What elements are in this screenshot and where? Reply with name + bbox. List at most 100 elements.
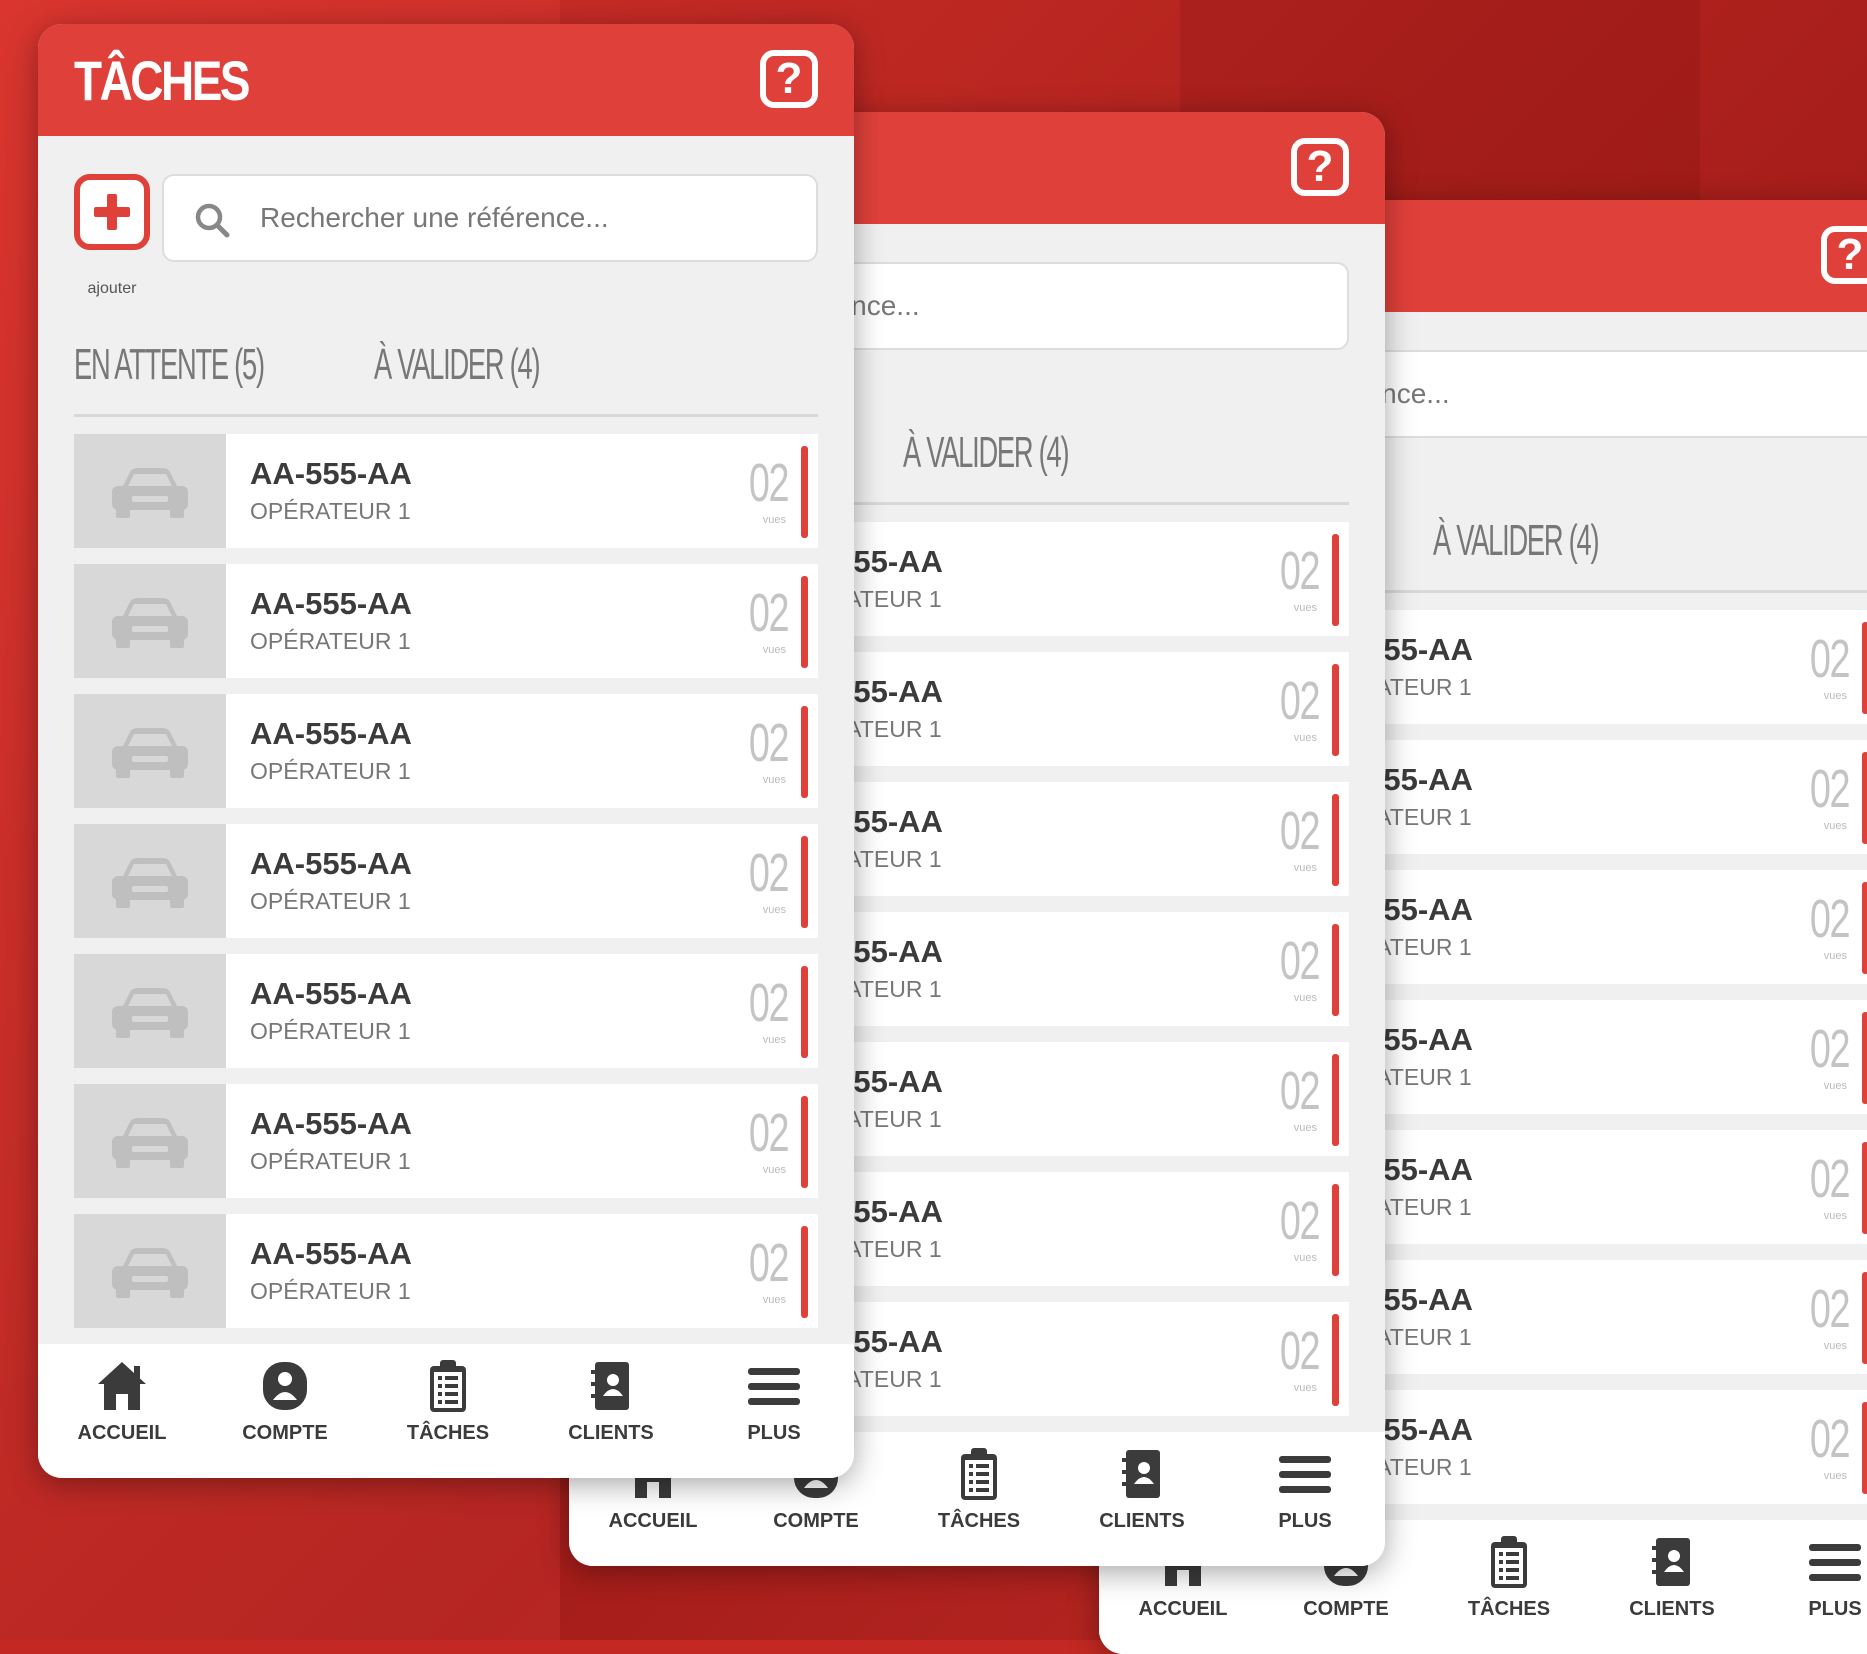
home-icon — [40, 1358, 204, 1414]
views-count: 02 — [748, 1233, 790, 1293]
status-bar — [1862, 1142, 1867, 1234]
views-count: 02 — [1809, 1279, 1851, 1339]
vehicle-thumbnail — [74, 564, 226, 678]
nav-item-accueil[interactable]: ACCUEIL — [40, 1358, 204, 1445]
nav-item-tches[interactable]: TÂCHES — [897, 1446, 1061, 1533]
vehicle-reference: AA-555-AA — [250, 586, 412, 621]
operator-name: OPÉRATEUR 1 — [250, 888, 411, 914]
help-button[interactable]: ? — [1291, 138, 1349, 196]
nav-item-plus[interactable]: PLUS — [692, 1358, 854, 1445]
bottom-nav: ACCUEIL COMPTE TÂCHES CLIENTS PLUS — [38, 1344, 854, 1478]
add-label: ajouter — [87, 280, 137, 297]
clipboard-icon — [1427, 1534, 1591, 1590]
tab-a-valider[interactable]: À VALIDER (4) — [1433, 516, 1600, 566]
views-unit: vues — [1823, 690, 1847, 702]
car-icon — [112, 728, 188, 778]
vehicle-reference: AA-555-AA — [250, 846, 412, 881]
nav-item-clients[interactable]: CLIENTS — [1060, 1446, 1224, 1533]
nav-item-plus[interactable]: PLUS — [1223, 1446, 1385, 1533]
help-button[interactable]: ? — [760, 50, 818, 108]
status-bar — [1862, 622, 1867, 714]
vehicle-reference: AA-555-AA — [250, 976, 412, 1011]
status-bar — [801, 966, 808, 1058]
status-bar — [1332, 794, 1339, 886]
views-unit: vues — [1823, 1470, 1847, 1482]
views-unit: vues — [762, 1294, 786, 1306]
status-bar — [1862, 882, 1867, 974]
views-count: 02 — [1279, 1061, 1321, 1121]
car-icon — [112, 1118, 188, 1168]
tab-a-valider[interactable]: À VALIDER (4) — [374, 340, 541, 390]
nav-label: COMPTE — [1303, 1598, 1389, 1620]
task-row[interactable]: AA-555-AA OPÉRATEUR 1 02 vues — [74, 434, 818, 548]
views-unit: vues — [762, 1034, 786, 1046]
nav-label: TÂCHES — [937, 1510, 1021, 1532]
phone-screen-front: TÂCHES ? ajouter Rechercher une référenc… — [38, 24, 854, 1478]
status-bar — [801, 446, 808, 538]
task-row[interactable]: AA-555-AA OPÉRATEUR 1 02 vues — [74, 564, 818, 678]
search-input[interactable]: Rechercher une référence... — [162, 174, 818, 262]
views-count: 02 — [748, 843, 790, 903]
vehicle-thumbnail — [74, 824, 226, 938]
status-bar — [1332, 924, 1339, 1016]
tab-en-attente[interactable]: EN ATTENTE (5) — [74, 340, 265, 390]
plus-icon — [94, 194, 130, 230]
task-row[interactable]: AA-555-AA OPÉRATEUR 1 02 vues — [74, 954, 818, 1068]
nav-label: TÂCHES — [1467, 1598, 1551, 1620]
contacts-book-icon — [529, 1358, 693, 1414]
nav-item-compte[interactable]: COMPTE — [203, 1358, 367, 1445]
views-count: 02 — [1279, 1321, 1321, 1381]
views-unit: vues — [1293, 732, 1317, 744]
status-bar — [801, 836, 808, 928]
car-icon — [112, 858, 188, 908]
status-bar — [1332, 1054, 1339, 1146]
tab-a-valider[interactable]: À VALIDER (4) — [903, 428, 1070, 478]
task-row[interactable]: AA-555-AA OPÉRATEUR 1 02 vues — [74, 1214, 818, 1328]
contacts-book-icon — [1060, 1446, 1224, 1502]
status-bar — [1332, 1314, 1339, 1406]
views-unit: vues — [1293, 1252, 1317, 1264]
views-unit: vues — [762, 904, 786, 916]
status-bar — [801, 576, 808, 668]
views-count: 02 — [1809, 1019, 1851, 1079]
vehicle-thumbnail — [74, 954, 226, 1068]
nav-label: COMPTE — [773, 1510, 859, 1532]
nav-item-tches[interactable]: TÂCHES — [366, 1358, 530, 1445]
search-placeholder: Rechercher une référence... — [260, 202, 609, 233]
nav-label: PLUS — [1808, 1598, 1862, 1620]
status-bar — [801, 1226, 808, 1318]
vehicle-thumbnail — [74, 434, 226, 548]
nav-item-plus[interactable]: PLUS — [1753, 1534, 1867, 1621]
task-row[interactable]: AA-555-AA OPÉRATEUR 1 02 vues — [74, 1084, 818, 1198]
views-unit: vues — [762, 1164, 786, 1176]
views-unit: vues — [1293, 1122, 1317, 1134]
operator-name: OPÉRATEUR 1 — [250, 628, 411, 654]
task-row[interactable]: AA-555-AA OPÉRATEUR 1 02 vues — [74, 824, 818, 938]
views-count: 02 — [1279, 931, 1321, 991]
nav-item-clients[interactable]: CLIENTS — [1590, 1534, 1754, 1621]
views-unit: vues — [1823, 1340, 1847, 1352]
status-bar — [1862, 1402, 1867, 1494]
nav-item-clients[interactable]: CLIENTS — [529, 1358, 693, 1445]
nav-item-tches[interactable]: TÂCHES — [1427, 1534, 1591, 1621]
search-icon — [195, 203, 230, 238]
status-bar — [801, 1096, 808, 1188]
operator-name: OPÉRATEUR 1 — [250, 1148, 411, 1174]
nav-label: ACCUEIL — [608, 1510, 698, 1532]
contacts-book-icon — [1590, 1534, 1754, 1590]
task-row[interactable]: AA-555-AA OPÉRATEUR 1 02 vues — [74, 694, 818, 808]
views-count: 02 — [748, 713, 790, 773]
header: TÂCHES ? — [38, 24, 854, 136]
views-unit: vues — [762, 774, 786, 786]
views-count: 02 — [1809, 759, 1851, 819]
views-count: 02 — [1279, 671, 1321, 731]
vehicle-thumbnail — [74, 1214, 226, 1328]
views-unit: vues — [1823, 950, 1847, 962]
menu-icon — [1223, 1446, 1385, 1502]
car-icon — [112, 468, 188, 518]
views-count: 02 — [748, 453, 790, 513]
help-button[interactable]: ? — [1821, 226, 1867, 284]
car-icon — [112, 1248, 188, 1298]
add-button[interactable] — [74, 174, 150, 250]
views-count: 02 — [1279, 801, 1321, 861]
